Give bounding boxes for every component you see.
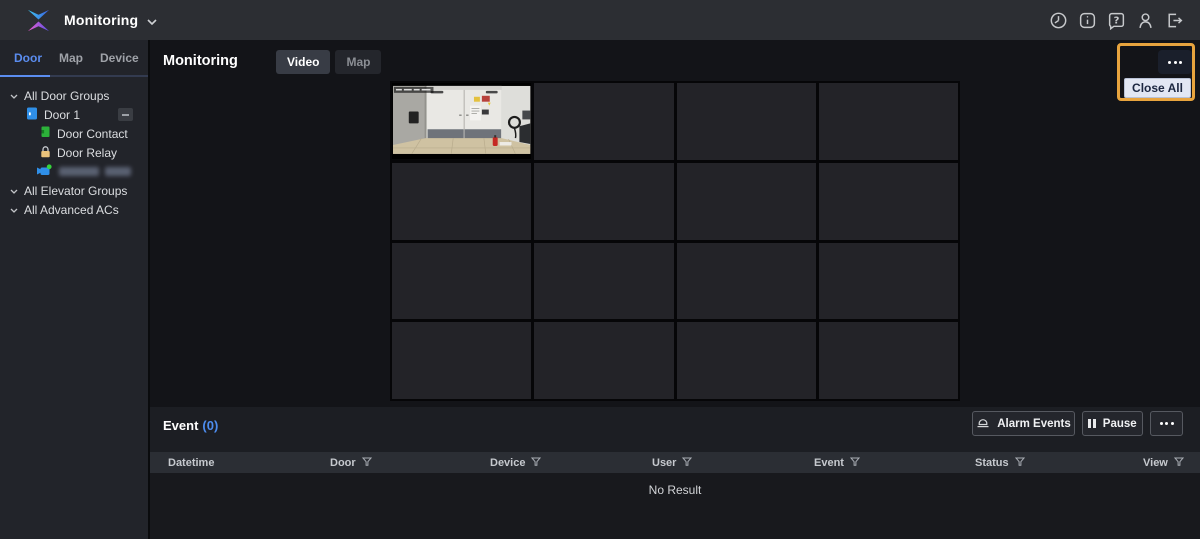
more-options-icon: [1179, 61, 1182, 64]
sidebar: Door Map Device All Door Groups Door 1: [0, 40, 150, 539]
account-icon[interactable]: [1132, 7, 1159, 34]
video-cell-empty[interactable]: [819, 163, 958, 240]
chevron-down-icon[interactable]: [147, 12, 157, 30]
column-datetime: Datetime: [168, 457, 330, 469]
collapse-minus-button[interactable]: [118, 108, 133, 121]
video-cell-empty[interactable]: [677, 322, 816, 399]
tree-item-door-1[interactable]: Door 1: [0, 105, 148, 124]
video-cell-empty[interactable]: [819, 83, 958, 160]
tab-device[interactable]: Device: [100, 40, 139, 75]
chevron-down-icon: [10, 89, 18, 103]
tab-map[interactable]: Map: [59, 40, 83, 75]
video-cell-live[interactable]: [392, 83, 531, 160]
svg-text:?: ?: [1114, 15, 1120, 26]
camera-icon: [36, 164, 53, 180]
column-view: View: [1143, 457, 1200, 469]
device-tree: All Door Groups Door 1 Door Contact: [0, 86, 148, 219]
tree-item-all-elevator-groups[interactable]: All Elevator Groups: [0, 181, 148, 200]
column-device: Device: [490, 457, 652, 469]
door-icon: [26, 107, 38, 123]
tree-item-all-door-groups[interactable]: All Door Groups: [0, 86, 148, 105]
more-options-icon: [1168, 61, 1171, 64]
filter-icon[interactable]: [850, 457, 860, 469]
event-title-text: Event: [163, 418, 198, 433]
more-options-icon: [1171, 422, 1174, 425]
info-icon[interactable]: [1074, 7, 1101, 34]
tree-item-door-contact[interactable]: Door Contact: [0, 124, 148, 143]
filter-icon[interactable]: [1174, 457, 1184, 469]
door-contact-icon: [40, 126, 51, 141]
video-more-options-button[interactable]: [1158, 50, 1192, 74]
sidebar-tabs: Door Map Device: [0, 40, 148, 77]
view-toggle: Video Map: [276, 50, 381, 74]
chevron-down-icon: [10, 203, 18, 217]
map-view-button[interactable]: Map: [335, 50, 381, 74]
more-options-icon: [1160, 422, 1163, 425]
video-cell-empty[interactable]: [677, 163, 816, 240]
video-cell-empty[interactable]: [819, 243, 958, 320]
event-more-options-button[interactable]: [1150, 411, 1183, 436]
video-cell-empty[interactable]: [534, 163, 673, 240]
monitoring-main: Monitoring Video Map: [150, 40, 1200, 407]
video-cell-empty[interactable]: [677, 243, 816, 320]
camera-feed: [392, 83, 531, 160]
pause-icon: [1088, 419, 1096, 428]
brand-x-logo-icon[interactable]: [26, 8, 51, 33]
more-options-icon: [1165, 422, 1168, 425]
video-cell-empty[interactable]: [392, 322, 531, 399]
pause-button[interactable]: Pause: [1082, 411, 1143, 436]
column-door: Door: [330, 457, 490, 469]
event-table-body: No Result: [150, 473, 1200, 539]
filter-icon[interactable]: [1015, 457, 1025, 469]
alarm-events-label: Alarm Events: [997, 418, 1071, 430]
alarm-events-button[interactable]: Alarm Events: [972, 411, 1075, 436]
event-panel-title: Event (0): [163, 418, 218, 433]
more-options-icon: [1174, 61, 1177, 64]
pause-label: Pause: [1103, 418, 1137, 430]
help-icon[interactable]: ?: [1103, 7, 1130, 34]
alarm-icon: [976, 416, 990, 431]
chevron-down-icon: [10, 184, 18, 198]
filter-icon[interactable]: [682, 457, 692, 469]
video-cell-empty[interactable]: [392, 163, 531, 240]
redacted-camera-name: [59, 167, 99, 176]
app-title[interactable]: Monitoring: [64, 12, 138, 28]
empty-state-text: No Result: [150, 483, 1200, 497]
video-cell-empty[interactable]: [534, 322, 673, 399]
column-event: Event: [814, 457, 975, 469]
tree-item-door-relay[interactable]: Door Relay: [0, 143, 148, 162]
topbar-icon-group: ?: [1045, 7, 1188, 34]
tab-door[interactable]: Door: [14, 40, 42, 75]
topbar: Monitoring ?: [0, 0, 1200, 40]
redacted-camera-name: [105, 167, 131, 176]
video-cell-empty[interactable]: [534, 83, 673, 160]
video-view-button[interactable]: Video: [276, 50, 330, 74]
logout-icon[interactable]: [1161, 7, 1188, 34]
video-cell-empty[interactable]: [677, 83, 816, 160]
video-cell-empty[interactable]: [534, 243, 673, 320]
event-panel: Event (0) Alarm Events Pause Datetime Doo…: [150, 407, 1200, 539]
column-status: Status: [975, 457, 1143, 469]
page-title: Monitoring: [163, 53, 238, 69]
filter-icon[interactable]: [531, 457, 541, 469]
event-count-badge: (0): [202, 418, 218, 433]
video-grid: [390, 81, 960, 401]
filter-icon[interactable]: [362, 457, 372, 469]
tree-item-all-advanced-acs[interactable]: All Advanced ACs: [0, 200, 148, 219]
column-user: User: [652, 457, 814, 469]
time-icon[interactable]: [1045, 7, 1072, 34]
video-cell-empty[interactable]: [819, 322, 958, 399]
close-all-menu-item[interactable]: Close All: [1124, 78, 1191, 98]
video-cell-empty[interactable]: [392, 243, 531, 320]
event-table-header: Datetime Door Device User Event Status V…: [150, 452, 1200, 473]
tree-item-camera[interactable]: [0, 162, 148, 181]
lock-icon: [40, 145, 51, 161]
